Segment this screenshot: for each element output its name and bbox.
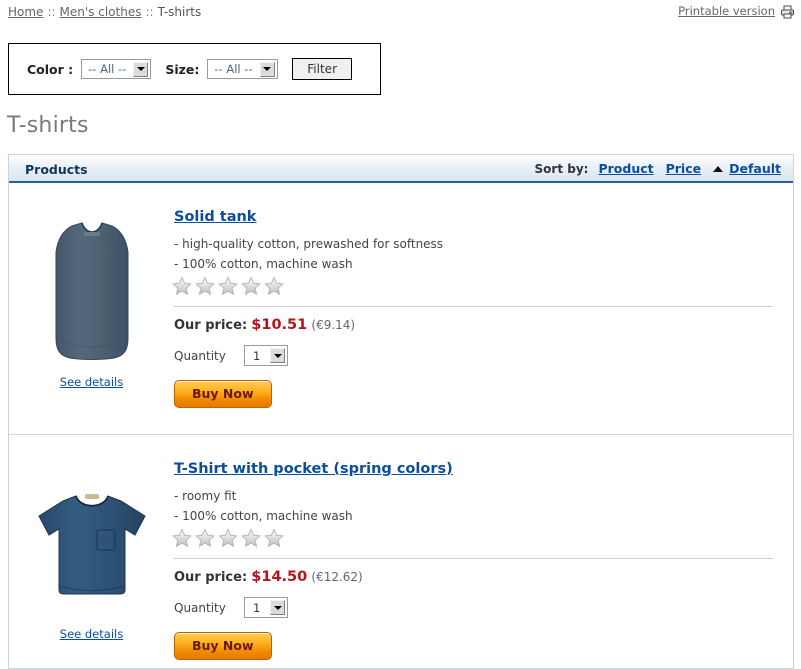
breadcrumb-separator: ::	[47, 5, 56, 19]
product-name-link[interactable]: T-Shirt with pocket (spring colors)	[174, 461, 453, 477]
price-label: Our price:	[174, 318, 248, 333]
star-icon[interactable]	[241, 276, 261, 296]
products-panel: Products Sort by: Product Price Default	[8, 154, 794, 669]
see-details-link[interactable]: See details	[60, 627, 123, 641]
sort-by-label: Sort by:	[534, 161, 589, 176]
star-icon[interactable]	[241, 528, 261, 548]
chevron-down-icon[interactable]	[133, 61, 149, 77]
star-icon[interactable]	[218, 528, 238, 548]
product-rating[interactable]	[172, 528, 773, 548]
size-filter-select[interactable]: -- All --	[207, 59, 278, 79]
product-description-line: - 100% cotton, machine wash	[174, 257, 353, 271]
breadcrumb-item-home[interactable]: Home	[8, 5, 43, 19]
product-item: See details Solid tank - high-quality co…	[9, 183, 793, 416]
divider	[174, 306, 773, 307]
product-info: T-Shirt with pocket (spring colors) - ro…	[172, 461, 793, 668]
product-item: See details T-Shirt with pocket (spring …	[9, 435, 793, 668]
page-title: T-shirts	[7, 113, 89, 138]
chevron-down-icon[interactable]	[270, 348, 286, 363]
price-alt-currency: (€9.14)	[311, 318, 356, 332]
product-price: Our price: $10.51 (€9.14)	[174, 317, 773, 333]
printer-icon	[780, 5, 795, 22]
buy-now-button[interactable]: Buy Now	[174, 380, 272, 408]
quantity-value: 1	[253, 600, 261, 615]
filter-panel: Color : -- All -- Size: -- All -- Filter	[8, 43, 381, 95]
breadcrumb-item-mens-clothes[interactable]: Men's clothes	[60, 5, 142, 19]
product-description-line: - high-quality cotton, prewashed for sof…	[174, 237, 444, 251]
size-filter-value: -- All --	[214, 62, 253, 76]
printable-version-link[interactable]: Printable version	[678, 4, 775, 18]
breadcrumb-item-current: T-shirts	[157, 5, 202, 19]
buy-now-button[interactable]: Buy Now	[174, 632, 272, 660]
star-icon[interactable]	[195, 528, 215, 548]
product-thumbnail[interactable]	[9, 213, 174, 373]
products-heading: Products	[25, 162, 88, 177]
products-list: See details Solid tank - high-quality co…	[9, 183, 793, 668]
product-media: See details	[9, 209, 174, 416]
quantity-select[interactable]: 1	[244, 345, 289, 366]
breadcrumb: Home:: Men's clothes:: T-shirts	[8, 5, 793, 19]
sort-option-price[interactable]: Price	[666, 161, 702, 176]
star-icon[interactable]	[264, 276, 284, 296]
price-label: Our price:	[174, 570, 248, 585]
chevron-down-icon[interactable]	[270, 600, 286, 615]
color-filter-select[interactable]: -- All --	[81, 59, 152, 79]
star-icon[interactable]	[195, 276, 215, 296]
product-name-link[interactable]: Solid tank	[174, 209, 256, 225]
color-filter-label: Color :	[27, 61, 74, 77]
quantity-label: Quantity	[174, 600, 226, 615]
size-filter-label: Size:	[165, 61, 200, 77]
quantity-value: 1	[253, 348, 261, 363]
price-alt-currency: (€12.62)	[311, 570, 363, 584]
sort-ascending-arrow-icon	[713, 165, 724, 172]
star-icon[interactable]	[172, 276, 192, 296]
breadcrumb-separator: ::	[145, 5, 154, 19]
t-shirt-icon	[37, 494, 146, 595]
color-filter-value: -- All --	[88, 62, 127, 76]
star-icon[interactable]	[172, 528, 192, 548]
products-panel-header: Products Sort by: Product Price Default	[9, 154, 793, 183]
product-description-line: - 100% cotton, machine wash	[174, 509, 353, 523]
top-bar: Home:: Men's clothes:: T-shirts Printable …	[0, 0, 801, 26]
product-info: Solid tank - high-quality cotton, prewas…	[172, 209, 793, 416]
tank-top-icon	[55, 222, 128, 360]
price-value: $10.51	[251, 317, 308, 333]
product-thumbnail[interactable]	[9, 465, 174, 625]
quantity-select[interactable]: 1	[244, 597, 289, 618]
filter-button[interactable]: Filter	[292, 58, 352, 80]
sort-option-default[interactable]: Default	[729, 161, 781, 176]
product-price: Our price: $14.50 (€12.62)	[174, 569, 773, 585]
quantity-label: Quantity	[174, 348, 226, 363]
quantity-row: Quantity 1	[174, 597, 773, 618]
sort-bar: Sort by: Product Price Default	[535, 161, 781, 176]
star-icon[interactable]	[218, 276, 238, 296]
star-icon[interactable]	[264, 528, 284, 548]
see-details-link[interactable]: See details	[60, 375, 123, 389]
printable-version[interactable]: Printable version	[678, 4, 795, 22]
product-media: See details	[9, 461, 174, 668]
price-value: $14.50	[251, 569, 308, 585]
product-rating[interactable]	[172, 276, 773, 296]
product-description-line: - roomy fit	[174, 489, 237, 503]
divider	[174, 558, 773, 559]
quantity-row: Quantity 1	[174, 345, 773, 366]
chevron-down-icon[interactable]	[259, 61, 275, 77]
sort-option-product[interactable]: Product	[598, 161, 653, 176]
